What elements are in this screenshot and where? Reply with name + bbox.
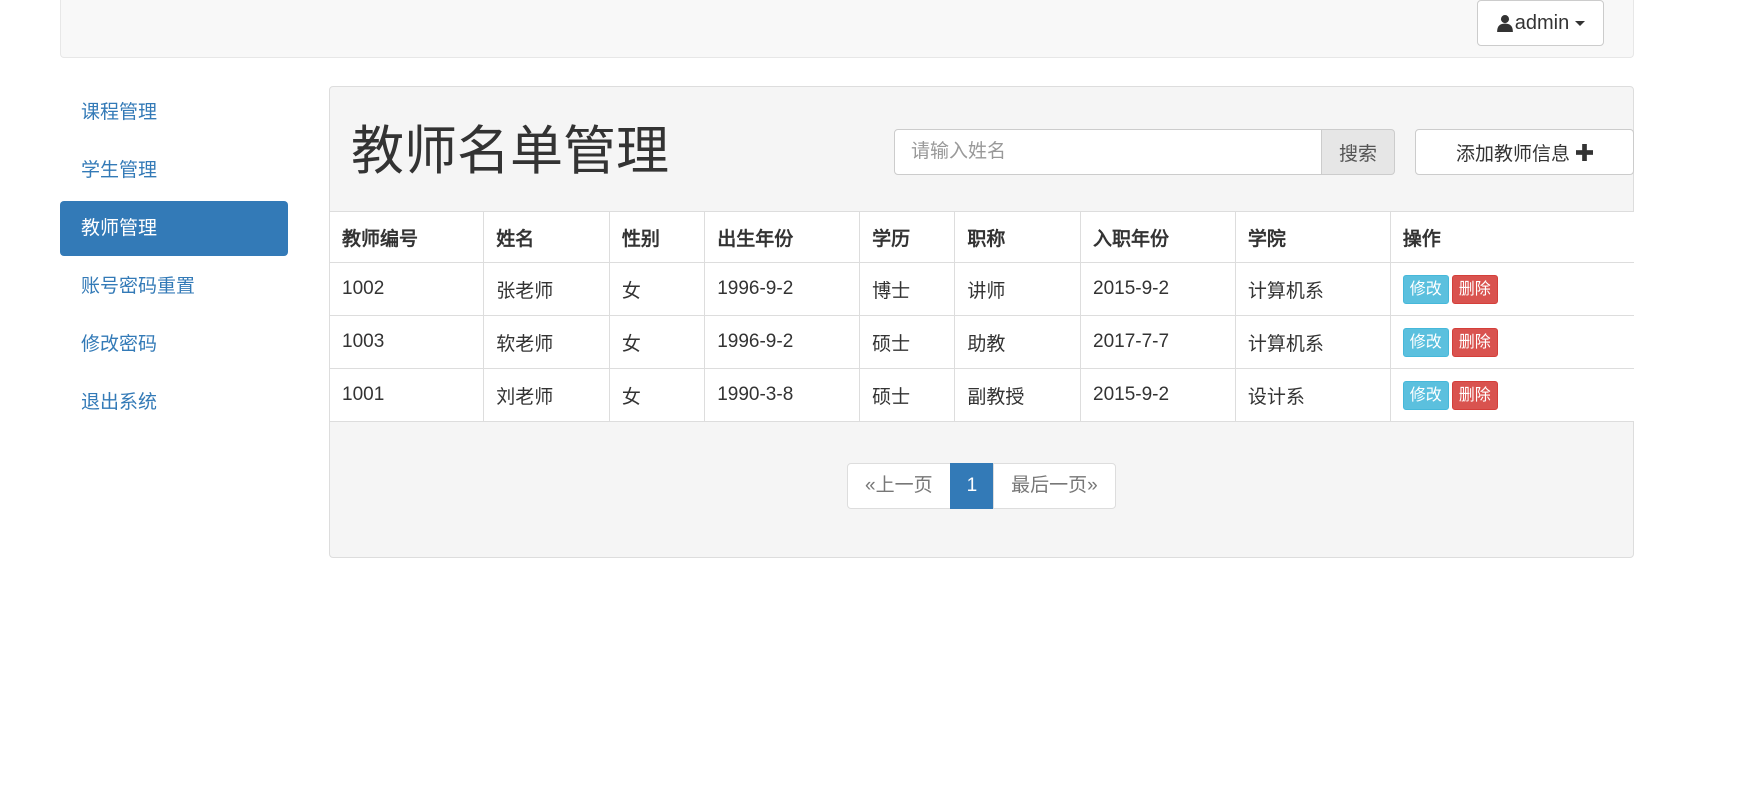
user-menu-button[interactable]: admin	[1477, 0, 1604, 46]
edit-button[interactable]: 修改	[1402, 327, 1449, 357]
current-page-button[interactable]: 1	[949, 463, 995, 509]
table-cell: 硕士	[859, 368, 956, 422]
add-teacher-button[interactable]: 添加教师信息	[1415, 129, 1634, 175]
caret-down-icon	[1575, 20, 1586, 26]
table-cell: 设计系	[1234, 368, 1391, 422]
last-page-button[interactable]: 最后一页»	[993, 463, 1116, 509]
column-header: 出生年份	[704, 211, 861, 263]
prev-page-button[interactable]: «上一页	[847, 463, 951, 509]
table-header-row: 教师编号 姓名 性别 出生年份 学历 职称 入职年份 学院 操作	[330, 211, 1634, 263]
column-header: 学院	[1234, 211, 1391, 263]
user-icon	[1496, 15, 1513, 32]
column-header: 职称	[954, 211, 1081, 263]
table-cell: 女	[608, 315, 706, 369]
table-cell: 软老师	[483, 315, 610, 369]
add-teacher-label: 添加教师信息	[1455, 143, 1570, 165]
column-header: 操作	[1389, 211, 1634, 263]
page-title: 教师名单管理	[351, 122, 669, 181]
column-header: 教师编号	[330, 211, 485, 263]
table-row: 1001 刘老师 女 1990-3-8 硕士 副教授 2015-9-2 设计系 …	[330, 368, 1634, 422]
delete-button[interactable]: 删除	[1451, 274, 1498, 304]
edit-button[interactable]: 修改	[1402, 380, 1449, 410]
user-name: admin	[1514, 11, 1570, 34]
delete-button[interactable]: 删除	[1451, 327, 1498, 357]
table-cell: 副教授	[954, 368, 1081, 422]
sidebar: 课程管理 学生管理 教师管理 账号密码重置 修改密码 退出系统	[60, 85, 288, 433]
table-cell: 1996-9-2	[704, 262, 861, 316]
table-cell: 讲师	[954, 262, 1081, 316]
sidebar-item-student[interactable]: 学生管理	[60, 143, 288, 198]
table-cell: 1003	[330, 315, 485, 369]
column-header: 性别	[608, 211, 706, 263]
table-cell: 1990-3-8	[704, 368, 861, 422]
action-cell: 修改 删除	[1389, 262, 1634, 316]
table-cell: 女	[608, 262, 706, 316]
teacher-table: 教师编号 姓名 性别 出生年份 学历 职称 入职年份 学院 操作 1002 张老…	[330, 211, 1634, 422]
teacher-panel: 教师名单管理 搜索 添加教师信息 教师编号 姓名 性别 出生年份 学历 职称 入…	[329, 86, 1634, 558]
search-button[interactable]: 搜索	[1321, 129, 1395, 175]
pagination: «上一页 1 最后一页»	[847, 463, 1116, 509]
column-header: 姓名	[483, 211, 610, 263]
table-cell: 张老师	[483, 262, 610, 316]
column-header: 入职年份	[1080, 211, 1236, 263]
table-cell: 助教	[954, 315, 1081, 369]
sidebar-item-course[interactable]: 课程管理	[60, 85, 288, 140]
sidebar-item-change-password[interactable]: 修改密码	[60, 317, 288, 372]
delete-button[interactable]: 删除	[1451, 380, 1498, 410]
table-cell: 1996-9-2	[704, 315, 861, 369]
table-row: 1003 软老师 女 1996-9-2 硕士 助教 2017-7-7 计算机系 …	[330, 315, 1634, 369]
table-row: 1002 张老师 女 1996-9-2 博士 讲师 2015-9-2 计算机系 …	[330, 262, 1634, 316]
table-cell: 硕士	[859, 315, 956, 369]
table-cell: 计算机系	[1234, 262, 1391, 316]
table-cell: 博士	[859, 262, 956, 316]
table-cell: 1001	[330, 368, 485, 422]
action-cell: 修改 删除	[1389, 368, 1634, 422]
plus-icon	[1576, 143, 1593, 161]
sidebar-item-password-reset[interactable]: 账号密码重置	[60, 259, 288, 314]
sidebar-item-logout[interactable]: 退出系统	[60, 375, 288, 430]
edit-button[interactable]: 修改	[1402, 274, 1449, 304]
table-cell: 女	[608, 368, 706, 422]
column-header: 学历	[859, 211, 956, 263]
top-navbar: admin	[60, 0, 1634, 58]
table-cell: 计算机系	[1234, 315, 1391, 369]
table-cell: 2015-9-2	[1080, 368, 1236, 422]
table-cell: 刘老师	[483, 368, 610, 422]
table-cell: 1002	[330, 262, 485, 316]
sidebar-item-teacher[interactable]: 教师管理	[60, 201, 288, 256]
action-cell: 修改 删除	[1389, 315, 1634, 369]
search-input[interactable]	[894, 129, 1322, 175]
table-cell: 2017-7-7	[1080, 315, 1236, 369]
table-cell: 2015-9-2	[1080, 262, 1236, 316]
